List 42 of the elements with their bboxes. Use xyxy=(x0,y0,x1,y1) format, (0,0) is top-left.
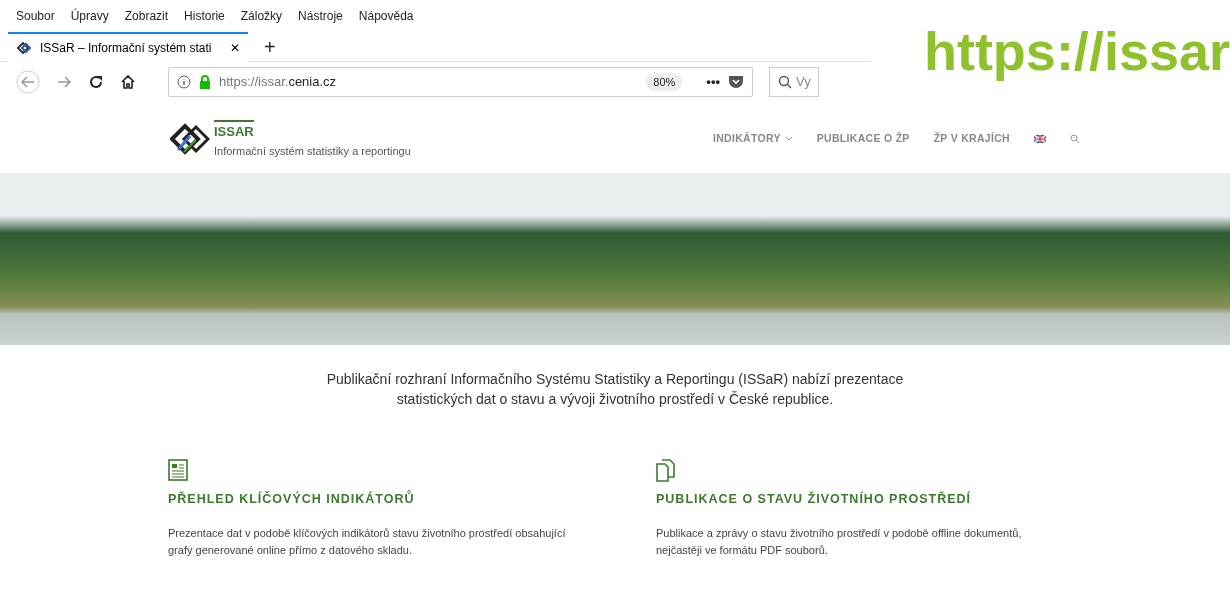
browser-tab[interactable]: ISSaR – Informační systém stati ✕ xyxy=(8,31,248,62)
home-icon[interactable] xyxy=(120,74,136,90)
zoom-level[interactable]: 80% xyxy=(646,72,683,92)
url-text: https://issar.cenia.cz xyxy=(219,73,338,92)
search-icon xyxy=(778,75,792,89)
document-list-icon xyxy=(168,458,188,482)
feature-text: Prezentace dat v podobě klíčových indikátorů stavu životního prostředí obsahující grafy generované online přímo z datového skladu. xyxy=(168,525,567,559)
page-actions-button[interactable]: ••• xyxy=(706,72,720,92)
new-tab-button[interactable]: + xyxy=(248,31,292,62)
uk-flag-icon[interactable] xyxy=(1034,135,1046,143)
nav-link[interactable]: PUBLIKACE O ŽP xyxy=(816,131,910,147)
intro-text: Publikační rozhraní Informačního Systému Statistiky a Reportingu (ISSaR) nabízí prezentace statistických dat o stavu a vývoji životního prostředí v České republice. xyxy=(325,370,905,410)
site-tagline: Informační systém statistiky a reportingu xyxy=(214,143,411,159)
feature-text: Publikace a zprávy o stavu životního prostředí v podobě offline dokumentů, nejčastěji ve formátu PDF souborů. xyxy=(656,525,1023,559)
address-bar[interactable]: https://issar.cenia.cz 80% ••• xyxy=(168,67,753,97)
search-placeholder: Vy xyxy=(796,73,811,92)
close-icon[interactable]: ✕ xyxy=(230,38,240,57)
documents-icon xyxy=(656,458,676,482)
feature-title: PŘEHLED KLÍČOVÝCH INDIKÁTORŮ xyxy=(168,489,416,508)
diamond-logo-icon xyxy=(16,41,32,54)
search-icon[interactable] xyxy=(1070,134,1080,144)
pocket-icon[interactable] xyxy=(728,75,744,89)
tab-title: ISSaR – Informační systém stati xyxy=(40,39,213,57)
menu-item[interactable]: Záložky xyxy=(240,7,283,25)
menu-item[interactable]: Nápověda xyxy=(358,7,414,25)
chevron-down-icon xyxy=(784,136,793,142)
reload-icon[interactable] xyxy=(88,74,104,90)
feature-title: PUBLIKACE O STAVU ŽIVOTNÍHO PROSTŘEDÍ xyxy=(656,490,973,508)
nav-link[interactable]: INDIKÁTORY xyxy=(713,131,793,147)
issar-logo-icon xyxy=(170,122,210,156)
forward-arrow-icon[interactable] xyxy=(56,74,72,90)
slide-title: https://issar xyxy=(923,24,1230,83)
search-field[interactable]: Vy xyxy=(769,67,819,97)
nav-link[interactable]: ŽP V KRAJÍCH xyxy=(933,131,1010,147)
padlock-icon xyxy=(199,75,211,89)
menu-item[interactable]: Úpravy xyxy=(70,7,109,25)
info-icon xyxy=(177,75,191,89)
menu-item[interactable]: Nástroje xyxy=(298,7,343,25)
menu-item[interactable]: Zobrazit xyxy=(124,7,169,25)
site-name[interactable]: ISSAR xyxy=(214,119,254,142)
menu-item[interactable]: Historie xyxy=(184,7,225,25)
menu-item[interactable]: Soubor xyxy=(16,7,55,25)
